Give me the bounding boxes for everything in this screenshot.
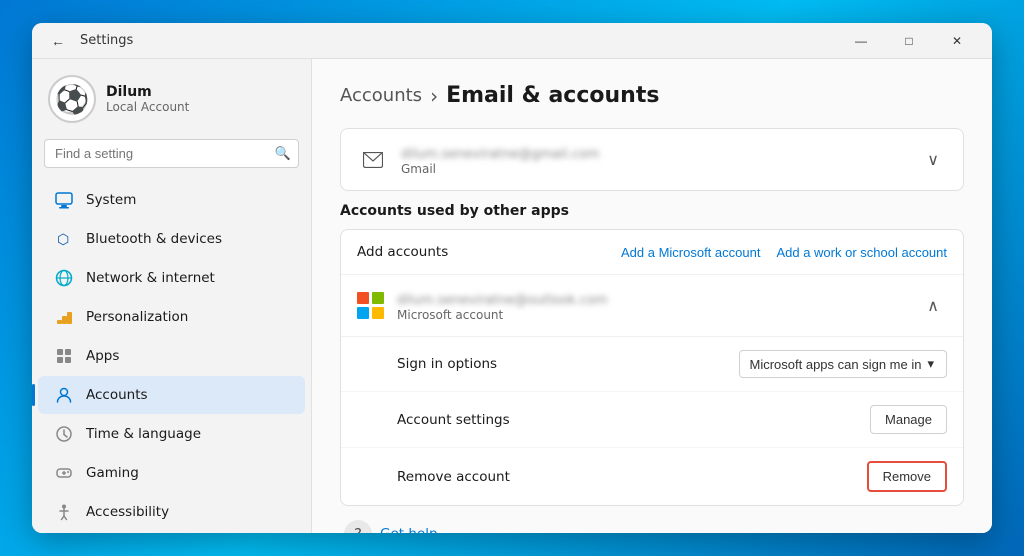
ms-logo-blue [357,307,369,319]
close-button[interactable]: ✕ [934,25,980,57]
accounts-used-card: Add accounts Add a Microsoft account Add… [340,229,964,506]
breadcrumb-accounts[interactable]: Accounts [340,85,422,106]
sign-in-options-row: Sign in options Microsoft apps can sign … [341,337,963,392]
user-profile: ⚽ Dilum Local Account [32,59,311,135]
sidebar-label-network: Network & internet [86,270,215,286]
remove-account-label: Remove account [397,469,867,485]
sidebar-item-personalization[interactable]: Personalization [38,298,305,336]
sidebar-label-accounts: Accounts [86,387,148,403]
main-content: Accounts › Email & accounts dilum.senevi… [312,59,992,533]
settings-window: ← Settings — □ ✕ ⚽ Dilum Local Account [32,23,992,533]
nav-list: System ⬡ Bluetooth & devices Network & i… [32,176,311,533]
back-button[interactable]: ← [44,27,72,55]
title-bar: ← Settings — □ ✕ [32,23,992,59]
sidebar-item-gaming[interactable]: Gaming [38,454,305,492]
sidebar: ⚽ Dilum Local Account 🔍 System [32,59,312,533]
gaming-icon [54,463,74,483]
sidebar-item-privacy[interactable]: Privacy & security [38,532,305,533]
search-icon: 🔍 [275,146,291,161]
bluetooth-icon: ⬡ [54,229,74,249]
sign-in-dropdown[interactable]: Microsoft apps can sign me in ▾ [739,350,948,378]
search-box: 🔍 [44,139,299,168]
gmail-info: dilum.seneviratne@gmail.com Gmail [401,143,907,176]
page-header: Accounts › Email & accounts [340,83,964,108]
sidebar-item-bluetooth[interactable]: ⬡ Bluetooth & devices [38,220,305,258]
sidebar-label-accessibility: Accessibility [86,504,169,520]
remove-account-row: Remove account Remove [341,448,963,505]
user-name: Dilum [106,84,189,100]
mail-icon [357,144,389,176]
system-icon [54,190,74,210]
account-settings-action: Manage [870,405,947,434]
sign-in-dropdown-label: Microsoft apps can sign me in [750,357,922,372]
gmail-card: dilum.seneviratne@gmail.com Gmail ∨ [340,128,964,191]
time-icon [54,424,74,444]
sidebar-item-accessibility[interactable]: Accessibility [38,493,305,531]
user-info: Dilum Local Account [106,84,189,114]
add-links: Add a Microsoft account Add a work or sc… [621,245,947,260]
title-bar-left: ← Settings [44,27,838,55]
accounts-icon [54,385,74,405]
gmail-expand-button[interactable]: ∨ [919,146,947,174]
sidebar-label-personalization: Personalization [86,309,188,325]
add-microsoft-account-button[interactable]: Add a Microsoft account [621,245,760,260]
gmail-email: dilum.seneviratne@gmail.com [401,147,599,162]
content-area: ⚽ Dilum Local Account 🔍 System [32,59,992,533]
sidebar-label-bluetooth: Bluetooth & devices [86,231,222,247]
account-settings-row: Account settings Manage [341,392,963,448]
sidebar-label-gaming: Gaming [86,465,139,481]
ms-email: dilum.seneviratne@outlook.com [397,293,608,308]
window-controls: — □ ✕ [838,25,980,57]
breadcrumb-separator: › [430,84,438,108]
gmail-row: dilum.seneviratne@gmail.com Gmail ∨ [341,129,963,190]
account-settings-label: Account settings [397,412,870,428]
add-accounts-row: Add accounts Add a Microsoft account Add… [341,230,963,275]
sidebar-label-time: Time & language [86,426,201,442]
ms-logo-yellow [372,307,384,319]
ms-account-info: dilum.seneviratne@outlook.com Microsoft … [397,289,907,322]
get-help-icon: ? [344,520,372,533]
ms-logo-red [357,292,369,304]
user-type: Local Account [106,100,189,114]
ms-account-collapse-button[interactable]: ∧ [919,292,947,320]
sidebar-item-network[interactable]: Network & internet [38,259,305,297]
window-title: Settings [80,33,133,48]
gmail-provider: Gmail [401,162,907,176]
sidebar-item-system[interactable]: System [38,181,305,219]
get-help-link[interactable]: Get help [380,526,438,533]
get-help-section: ? Get help [340,520,964,533]
accounts-used-title: Accounts used by other apps [340,203,964,219]
accessibility-icon [54,502,74,522]
sidebar-label-system: System [86,192,136,208]
microsoft-logo [357,292,385,320]
personalization-icon [54,307,74,327]
dropdown-chevron-icon: ▾ [927,356,934,372]
sidebar-label-apps: Apps [86,348,119,364]
sidebar-item-time[interactable]: Time & language [38,415,305,453]
manage-button[interactable]: Manage [870,405,947,434]
search-input[interactable] [44,139,299,168]
page-title: Email & accounts [446,83,659,108]
ms-account-row: dilum.seneviratne@outlook.com Microsoft … [341,275,963,337]
sidebar-item-accounts[interactable]: Accounts [38,376,305,414]
avatar: ⚽ [48,75,96,123]
add-accounts-label: Add accounts [357,244,621,260]
sign-in-action: Microsoft apps can sign me in ▾ [739,350,948,378]
add-work-account-button[interactable]: Add a work or school account [776,245,947,260]
minimize-button[interactable]: — [838,25,884,57]
ms-account-type: Microsoft account [397,308,907,322]
maximize-button[interactable]: □ [886,25,932,57]
svg-text:⬡: ⬡ [57,232,69,248]
remove-button[interactable]: Remove [867,461,947,492]
ms-logo-green [372,292,384,304]
sign-in-label: Sign in options [397,356,739,372]
network-icon [54,268,74,288]
sidebar-item-apps[interactable]: Apps [38,337,305,375]
remove-account-action: Remove [867,461,947,492]
apps-icon [54,346,74,366]
